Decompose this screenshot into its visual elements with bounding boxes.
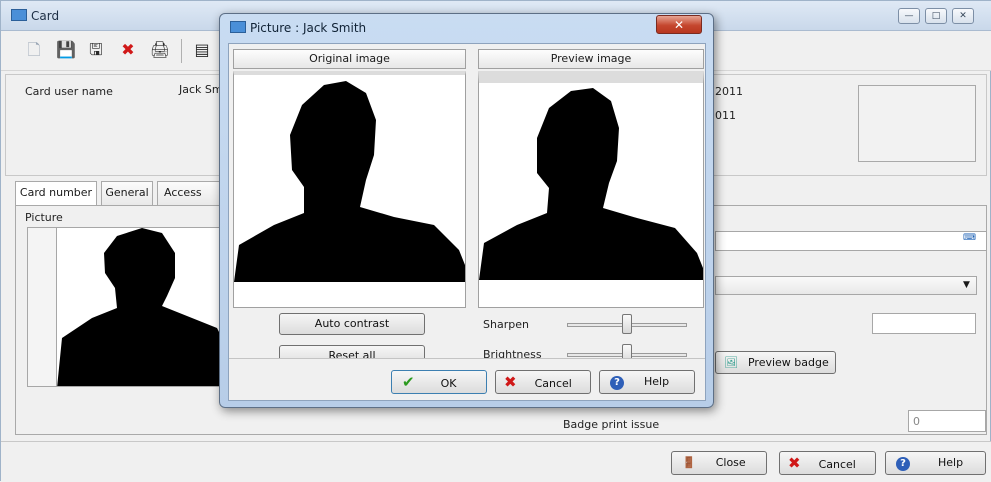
- auto-contrast-button[interactable]: Auto contrast: [279, 313, 425, 335]
- dialog-help-button[interactable]: ? Help: [599, 370, 695, 394]
- help-icon: ?: [896, 457, 910, 471]
- cancel-label: Cancel: [818, 458, 856, 471]
- card-date-1: 2011: [715, 85, 743, 98]
- preview-badge-button[interactable]: 🖼 Preview badge: [715, 351, 836, 374]
- dialog-footer: ✔ OK ✖ Cancel ? Help: [229, 358, 705, 400]
- tab-card-number[interactable]: Card number: [15, 181, 97, 206]
- picture-label: Picture: [25, 211, 63, 224]
- new-icon[interactable]: 🗋: [23, 39, 45, 61]
- minimize-button[interactable]: —: [898, 8, 920, 24]
- preview-icon: 🖼: [724, 356, 738, 369]
- card-user-name-label: Card user name: [25, 85, 113, 98]
- original-image-header: Original image: [233, 49, 466, 69]
- window-title: Card: [11, 9, 59, 23]
- badge-thumbnail: [858, 85, 976, 162]
- delete-icon[interactable]: ✖: [117, 39, 139, 61]
- save-as-icon[interactable]: 🖫: [85, 39, 107, 61]
- help-icon: ?: [610, 376, 624, 390]
- badge-dropdown[interactable]: ▼: [715, 276, 977, 295]
- help-button[interactable]: ? Help: [885, 451, 986, 475]
- chevron-down-icon: ▼: [963, 280, 970, 290]
- print-icon[interactable]: 🖨: [149, 39, 171, 61]
- card-app-icon: [11, 9, 27, 21]
- list-icon[interactable]: ▤: [191, 39, 213, 61]
- toolbar-separator: [181, 39, 182, 63]
- sharpen-slider-thumb[interactable]: [622, 314, 632, 334]
- original-image: [233, 71, 466, 308]
- checkmark-icon: ✔: [402, 373, 415, 391]
- dialog-title-text: Picture : Jack Smith: [250, 21, 367, 35]
- dialog-help-label: Help: [644, 375, 670, 388]
- window-title-text: Card: [31, 9, 60, 23]
- help-label: Help: [938, 456, 964, 469]
- close-window-button[interactable]: ✕: [952, 8, 974, 24]
- cancel-x-icon: ✖: [504, 373, 517, 391]
- picture-frame: [27, 227, 57, 387]
- sharpen-label: Sharpen: [483, 318, 529, 331]
- tab-access-level[interactable]: Access leve: [157, 181, 223, 221]
- maximize-button[interactable]: □: [925, 8, 947, 24]
- dialog-cancel-label: Cancel: [534, 377, 572, 390]
- badge-number-field[interactable]: [872, 313, 976, 334]
- preview-image: [478, 71, 704, 308]
- dialog-body: Original image Preview image Auto contra…: [228, 43, 706, 401]
- ok-button[interactable]: ✔ OK: [391, 370, 487, 394]
- picture-dialog: Picture : Jack Smith ✕ Original image Pr…: [219, 13, 714, 408]
- badge-print-issue-field[interactable]: 0: [908, 410, 986, 432]
- card-text-field[interactable]: [715, 231, 987, 251]
- exit-door-icon: 🚪: [682, 456, 696, 469]
- card-date-2: 011: [715, 109, 736, 122]
- cancel-button[interactable]: ✖ Cancel: [779, 451, 876, 475]
- keypad-icon[interactable]: ⌨: [963, 233, 976, 243]
- preview-image-header: Preview image: [478, 49, 704, 69]
- dialog-app-icon: [230, 21, 246, 33]
- dialog-close-button[interactable]: ✕: [656, 15, 702, 34]
- ok-label: OK: [440, 377, 457, 390]
- tab-general[interactable]: General: [101, 181, 153, 205]
- preview-silhouette-icon: [479, 88, 703, 280]
- footer-bar: 🚪 Close ✖ Cancel ? Help: [1, 441, 991, 482]
- card-user-name-value: Jack Sm: [179, 83, 223, 96]
- close-button[interactable]: 🚪 Close: [671, 451, 767, 475]
- close-label: Close: [715, 456, 746, 469]
- original-silhouette-icon: [234, 81, 465, 282]
- preview-badge-label: Preview badge: [747, 356, 829, 369]
- badge-print-issue-label: Badge print issue: [563, 418, 660, 431]
- cancel-x-icon: ✖: [788, 454, 801, 472]
- save-icon[interactable]: 💾: [55, 39, 77, 61]
- dialog-cancel-button[interactable]: ✖ Cancel: [495, 370, 591, 394]
- dialog-title: Picture : Jack Smith: [230, 21, 366, 35]
